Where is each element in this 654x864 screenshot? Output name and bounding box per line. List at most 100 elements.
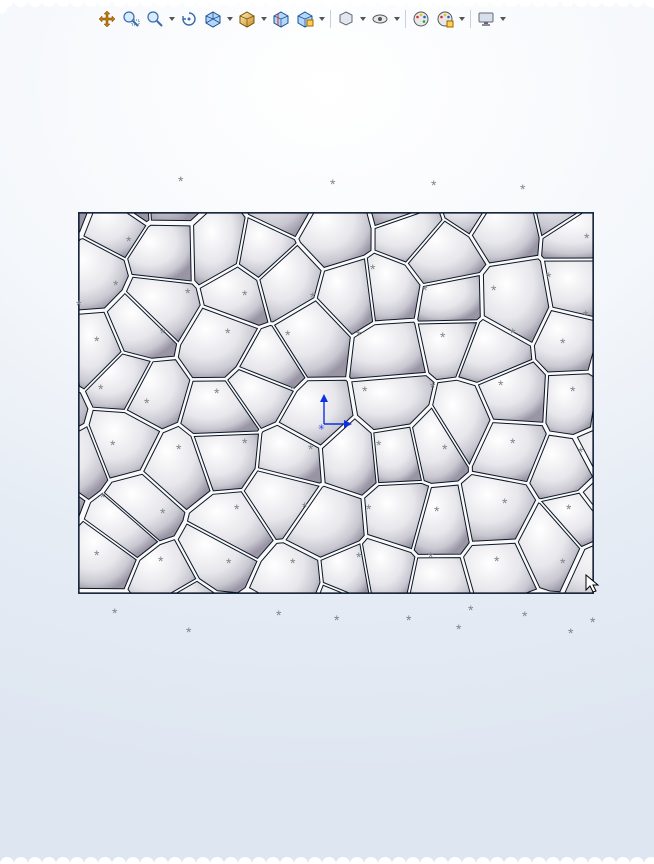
sketch-point[interactable]: * [370, 262, 375, 276]
sketch-point[interactable]: * [308, 442, 313, 456]
sketch-point[interactable]: * [226, 556, 231, 570]
sketch-point[interactable]: * [422, 283, 427, 297]
view-tool[interactable] [335, 8, 357, 30]
sketch-point[interactable]: * [160, 506, 165, 520]
zoom-window-icon [122, 10, 140, 28]
sketch-point[interactable]: * [578, 445, 583, 459]
sketch-point[interactable]: * [362, 384, 367, 398]
sketch-point[interactable]: * [570, 384, 575, 398]
sketch-point[interactable]: * [100, 490, 105, 504]
apply-appearance-tool[interactable] [434, 8, 456, 30]
sketch-point[interactable]: * [276, 608, 281, 622]
sketch-point[interactable]: * [566, 502, 571, 516]
zoom-dropdown[interactable] [168, 8, 176, 30]
sketch-point[interactable]: * [456, 622, 461, 636]
sketch-point[interactable]: * [546, 270, 551, 284]
sketch-point[interactable]: * [510, 326, 515, 340]
sketch-point[interactable]: * [568, 626, 573, 640]
sketch-point[interactable]: * [428, 550, 433, 564]
appearance-tool[interactable] [410, 8, 432, 30]
sketch-point[interactable]: * [186, 625, 191, 639]
sketch-point[interactable]: * [290, 556, 295, 570]
display-style-dropdown[interactable] [260, 8, 268, 30]
sketch-point[interactable]: * [310, 290, 315, 304]
sketch-point[interactable]: * [290, 382, 295, 396]
sketch-point[interactable]: * [494, 554, 499, 568]
sketch-point[interactable]: * [442, 442, 447, 456]
sketch-point[interactable]: * [584, 231, 589, 245]
sketch-point[interactable]: * [158, 554, 163, 568]
sketch-point[interactable]: * [302, 500, 307, 514]
sketch-point[interactable]: * [112, 606, 117, 620]
chevron-down-icon [227, 17, 233, 21]
pan-tool[interactable] [96, 8, 118, 30]
chevron-down-icon [459, 17, 465, 21]
sketch-point[interactable]: * [406, 613, 411, 627]
sketch-point[interactable]: * [94, 334, 99, 348]
scene-icon [296, 10, 314, 28]
sketch-point[interactable]: * [366, 502, 371, 516]
sketch-point[interactable]: * [76, 298, 81, 312]
section-view-tool[interactable] [270, 8, 292, 30]
orientation-dropdown[interactable] [226, 8, 234, 30]
display-style-tool[interactable] [236, 8, 258, 30]
apply-appearance-dropdown[interactable] [458, 8, 466, 30]
chevron-down-icon [261, 17, 267, 21]
zoom-tool[interactable] [144, 8, 166, 30]
sketch-point[interactable]: * [440, 330, 445, 344]
sketch-point[interactable]: * [94, 548, 99, 562]
sketch-point[interactable]: * [491, 283, 496, 297]
view-settings-dropdown[interactable] [499, 8, 507, 30]
sketch-point[interactable]: * [160, 326, 165, 340]
sketch-point[interactable]: * [583, 308, 588, 322]
zoom-window-tool[interactable] [120, 8, 142, 30]
origin-triad[interactable]: ✳ [318, 394, 352, 437]
toolbar-separator [330, 10, 331, 28]
hide-show-tool[interactable] [369, 8, 391, 30]
sketch-point[interactable]: * [176, 442, 181, 456]
rotate-view-tool[interactable] [178, 8, 200, 30]
scene-tool[interactable] [294, 8, 316, 30]
sketch-point[interactable]: * [225, 326, 230, 340]
sketch-point[interactable]: * [520, 182, 525, 196]
cursor-icon [585, 574, 601, 597]
view-toolbar [96, 8, 507, 30]
sketch-point[interactable]: * [590, 615, 595, 629]
view-dropdown[interactable] [359, 8, 367, 30]
sketch-point[interactable]: * [242, 436, 247, 450]
sketch-point[interactable]: * [356, 550, 361, 564]
sketch-point[interactable]: * [113, 278, 118, 292]
sketch-point[interactable]: * [126, 234, 131, 248]
view-settings-tool[interactable] [475, 8, 497, 30]
sketch-point[interactable]: * [431, 178, 436, 192]
sketch-point[interactable]: * [522, 609, 527, 623]
appearance-icon [412, 10, 430, 28]
sketch-point[interactable]: * [510, 436, 515, 450]
isometric-icon [204, 10, 222, 28]
sketch-point[interactable]: * [430, 380, 435, 394]
window-decorative-border-right [646, 0, 654, 864]
sketch-point[interactable]: * [434, 504, 439, 518]
scene-dropdown[interactable] [318, 8, 326, 30]
sketch-point[interactable]: * [144, 396, 149, 410]
hide-show-dropdown[interactable] [393, 8, 401, 30]
sketch-point[interactable]: * [242, 288, 247, 302]
sketch-point[interactable]: * [178, 174, 183, 188]
orientation-tool[interactable] [202, 8, 224, 30]
sketch-point[interactable]: * [502, 496, 507, 510]
sketch-point[interactable]: * [334, 613, 339, 627]
sketch-point[interactable]: * [498, 378, 503, 392]
chevron-down-icon [500, 17, 506, 21]
sketch-point[interactable]: * [98, 382, 103, 396]
sketch-point[interactable]: * [214, 386, 219, 400]
sketch-point[interactable]: * [356, 328, 361, 342]
sketch-point[interactable]: * [185, 286, 190, 300]
sketch-point[interactable]: * [468, 603, 473, 617]
sketch-point[interactable]: * [110, 438, 115, 452]
sketch-point[interactable]: * [560, 336, 565, 350]
sketch-point[interactable]: * [376, 438, 381, 452]
sketch-point[interactable]: * [560, 556, 565, 570]
sketch-point[interactable]: * [234, 502, 239, 516]
sketch-point[interactable]: * [285, 328, 290, 342]
sketch-point[interactable]: * [330, 177, 335, 191]
